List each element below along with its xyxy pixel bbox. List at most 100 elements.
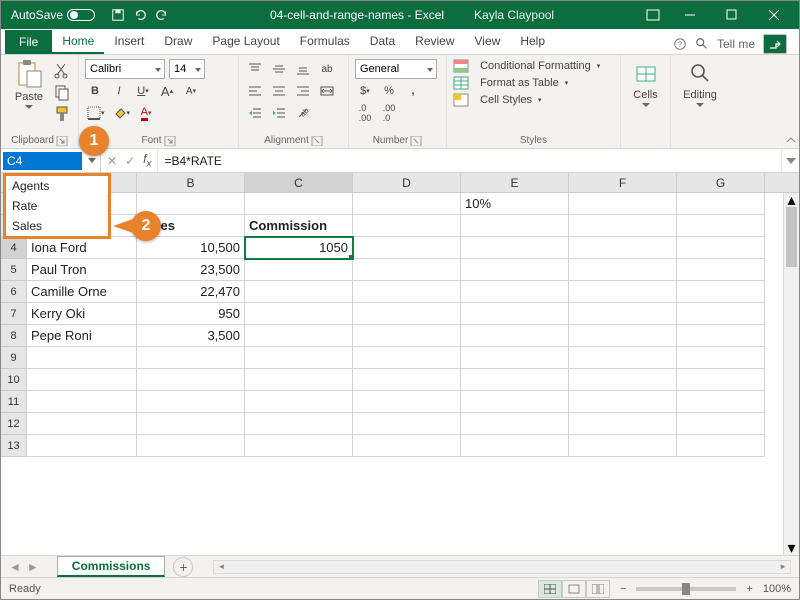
cell[interactable]	[461, 369, 569, 391]
column-header-f[interactable]: F	[569, 173, 677, 192]
scroll-down-icon[interactable]: ▾	[784, 541, 799, 555]
maximize-button[interactable]	[711, 1, 753, 29]
cell[interactable]: 950	[137, 303, 245, 325]
name-option-agents[interactable]: Agents	[6, 176, 108, 196]
increase-font-icon[interactable]: A▴	[157, 81, 177, 101]
decrease-font-icon[interactable]: A▾	[181, 81, 201, 101]
cell[interactable]	[461, 303, 569, 325]
scroll-up-icon[interactable]: ▴	[784, 193, 799, 207]
decrease-decimal-icon[interactable]: .00.0	[379, 103, 399, 123]
search-icon[interactable]	[695, 37, 709, 51]
font-size-select[interactable]: 14	[169, 59, 205, 79]
cell[interactable]	[677, 347, 765, 369]
percent-icon[interactable]: %	[379, 81, 399, 101]
vertical-scrollbar[interactable]: ▴ ▾	[783, 193, 799, 555]
cell[interactable]	[245, 281, 353, 303]
paste-button[interactable]: Paste	[7, 59, 51, 109]
cell[interactable]	[245, 193, 353, 215]
align-right-icon[interactable]	[293, 81, 313, 101]
cell[interactable]	[569, 193, 677, 215]
enter-formula-icon[interactable]: ✓	[125, 154, 135, 168]
cell[interactable]	[353, 259, 461, 281]
share-button[interactable]	[763, 34, 787, 54]
cell[interactable]	[461, 237, 569, 259]
orientation-icon[interactable]: ab	[293, 103, 313, 123]
cell[interactable]	[677, 413, 765, 435]
column-header-b[interactable]: B	[137, 173, 245, 192]
scrollbar-thumb[interactable]	[786, 207, 797, 267]
border-button[interactable]: ▾	[85, 103, 107, 123]
cell[interactable]	[677, 259, 765, 281]
tab-formulas[interactable]: Formulas	[290, 30, 360, 54]
tell-me-label[interactable]: Tell me	[717, 37, 755, 51]
row-header[interactable]: 13	[1, 435, 27, 457]
conditional-formatting-button[interactable]: Conditional Formatting▾	[453, 59, 614, 73]
save-icon[interactable]	[111, 8, 125, 22]
cell[interactable]	[569, 369, 677, 391]
cell[interactable]	[137, 347, 245, 369]
cell[interactable]	[569, 215, 677, 237]
cell[interactable]	[461, 347, 569, 369]
cell[interactable]: 3,500	[137, 325, 245, 347]
number-format-select[interactable]: General	[355, 59, 437, 79]
minimize-button[interactable]	[669, 1, 711, 29]
format-painter-icon[interactable]	[53, 105, 71, 123]
collapse-ribbon-icon[interactable]	[785, 134, 797, 146]
cells-button[interactable]: Cells	[627, 59, 664, 109]
fx-icon[interactable]: fx	[143, 152, 151, 169]
row-header[interactable]: 9	[1, 347, 27, 369]
cell[interactable]	[569, 347, 677, 369]
cell[interactable]	[569, 259, 677, 281]
sheet-nav-next-icon[interactable]: ►	[27, 560, 39, 574]
view-page-break-icon[interactable]	[586, 580, 610, 598]
dialog-launcher-icon[interactable]	[410, 136, 422, 146]
row-header[interactable]: 7	[1, 303, 27, 325]
close-button[interactable]	[753, 1, 795, 29]
cell[interactable]	[569, 325, 677, 347]
cell[interactable]	[353, 413, 461, 435]
cell[interactable]: 22,470	[137, 281, 245, 303]
row-header[interactable]: 5	[1, 259, 27, 281]
font-color-button[interactable]: A▾	[136, 103, 156, 123]
bold-button[interactable]: B	[85, 81, 105, 101]
tab-page-layout[interactable]: Page Layout	[202, 30, 289, 54]
view-normal-icon[interactable]	[538, 580, 562, 598]
column-header-d[interactable]: D	[353, 173, 461, 192]
copy-icon[interactable]	[53, 83, 71, 101]
undo-icon[interactable]	[133, 8, 147, 22]
tab-review[interactable]: Review	[405, 30, 464, 54]
cell[interactable]	[569, 281, 677, 303]
cell[interactable]	[353, 325, 461, 347]
row-header[interactable]: 10	[1, 369, 27, 391]
cell[interactable]	[461, 391, 569, 413]
cell[interactable]	[353, 215, 461, 237]
tab-help[interactable]: Help	[510, 30, 555, 54]
cell[interactable]	[353, 237, 461, 259]
zoom-out-button[interactable]: −	[620, 583, 626, 595]
editing-button[interactable]: Editing	[677, 59, 723, 109]
name-option-sales[interactable]: Sales	[6, 216, 108, 236]
redo-icon[interactable]	[155, 8, 169, 22]
align-middle-icon[interactable]	[269, 59, 289, 79]
cell[interactable]: Iona Ford	[27, 237, 137, 259]
cell[interactable]	[461, 215, 569, 237]
name-box-input[interactable]	[3, 152, 82, 170]
align-center-icon[interactable]	[269, 81, 289, 101]
cell[interactable]	[461, 325, 569, 347]
cell[interactable]	[27, 391, 137, 413]
cell[interactable]	[245, 413, 353, 435]
zoom-in-button[interactable]: +	[746, 583, 752, 595]
cell[interactable]	[27, 369, 137, 391]
row-header[interactable]: 8	[1, 325, 27, 347]
cell[interactable]: Pepe Roni	[27, 325, 137, 347]
currency-icon[interactable]: $▾	[355, 81, 375, 101]
align-top-icon[interactable]	[245, 59, 265, 79]
cell[interactable]	[677, 193, 765, 215]
cell[interactable]	[461, 281, 569, 303]
column-header-e[interactable]: E	[461, 173, 569, 192]
tab-draw[interactable]: Draw	[154, 30, 202, 54]
cell[interactable]	[353, 347, 461, 369]
italic-button[interactable]: I	[109, 81, 129, 101]
comma-icon[interactable]: ,	[403, 81, 423, 101]
zoom-level[interactable]: 100%	[763, 583, 791, 595]
